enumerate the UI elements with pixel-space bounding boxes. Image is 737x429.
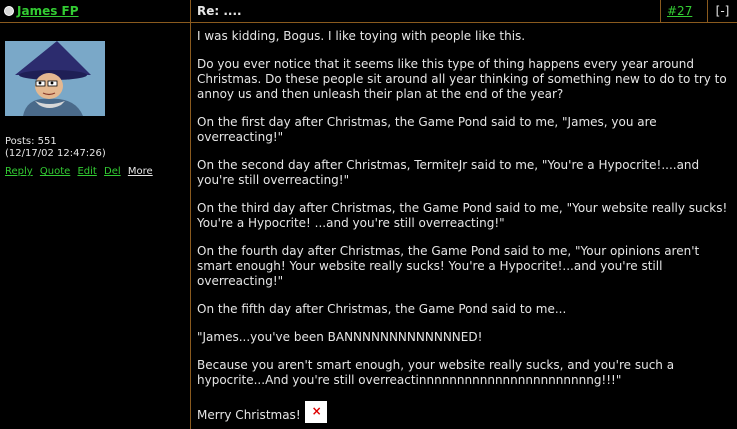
- delete-link[interactable]: Del: [104, 166, 121, 177]
- body-paragraph: Because you aren't smart enough, your we…: [197, 358, 675, 387]
- body-paragraph: On the first day after Christmas, the Ga…: [197, 115, 657, 144]
- avatar: [5, 41, 105, 116]
- reply-link[interactable]: Reply: [5, 166, 33, 177]
- post-subject: Re: ....: [197, 4, 242, 18]
- body-paragraph: On the third day after Christmas, the Ga…: [197, 201, 728, 230]
- author-sidebar: Posts: 551 (12/17/02 12:47:26) Reply Quo…: [0, 23, 191, 429]
- edit-link[interactable]: Edit: [77, 166, 96, 177]
- post-number-link[interactable]: #27: [667, 4, 692, 18]
- broken-image-icon: [304, 401, 327, 423]
- body-paragraph: On the fifth day after Christmas, the Ga…: [197, 302, 567, 316]
- body-paragraph: On the fourth day after Christmas, the G…: [197, 244, 700, 288]
- post-number-cell: #27: [661, 0, 708, 22]
- closing-line: Merry Christmas!: [197, 401, 737, 423]
- post-header: James FP Re: .... #27 [-]: [0, 0, 737, 23]
- body-paragraph: "James...you've been BANNNNNNNNNNNNNED!: [197, 330, 483, 344]
- body-paragraph: Do you ever notice that it seems like th…: [197, 57, 727, 101]
- online-status-icon: [4, 6, 14, 16]
- subject-cell: Re: ....: [191, 0, 661, 22]
- author-meta: Posts: 551 (12/17/02 12:47:26): [5, 136, 106, 160]
- post-body: I was kidding, Bogus. I like toying with…: [192, 23, 737, 429]
- body-paragraph: I was kidding, Bogus. I like toying with…: [197, 29, 526, 43]
- more-link[interactable]: More: [128, 166, 153, 177]
- post-count: Posts: 551: [5, 136, 57, 147]
- avatar-image: [5, 41, 105, 116]
- author-link[interactable]: James FP: [17, 4, 79, 18]
- post-timestamp: (12/17/02 12:47:26): [5, 148, 106, 159]
- closing-text: Merry Christmas!: [197, 408, 301, 422]
- collapse-cell: [-]: [708, 0, 737, 22]
- author-cell: James FP: [0, 0, 191, 22]
- body-paragraph: On the second day after Christmas, Termi…: [197, 158, 700, 187]
- post-actions: Reply Quote Edit Del More: [5, 166, 157, 178]
- forum-post: James FP Re: .... #27 [-] Posts: 551 (12…: [0, 0, 737, 429]
- collapse-button[interactable]: [-]: [716, 4, 730, 18]
- quote-link[interactable]: Quote: [40, 166, 70, 177]
